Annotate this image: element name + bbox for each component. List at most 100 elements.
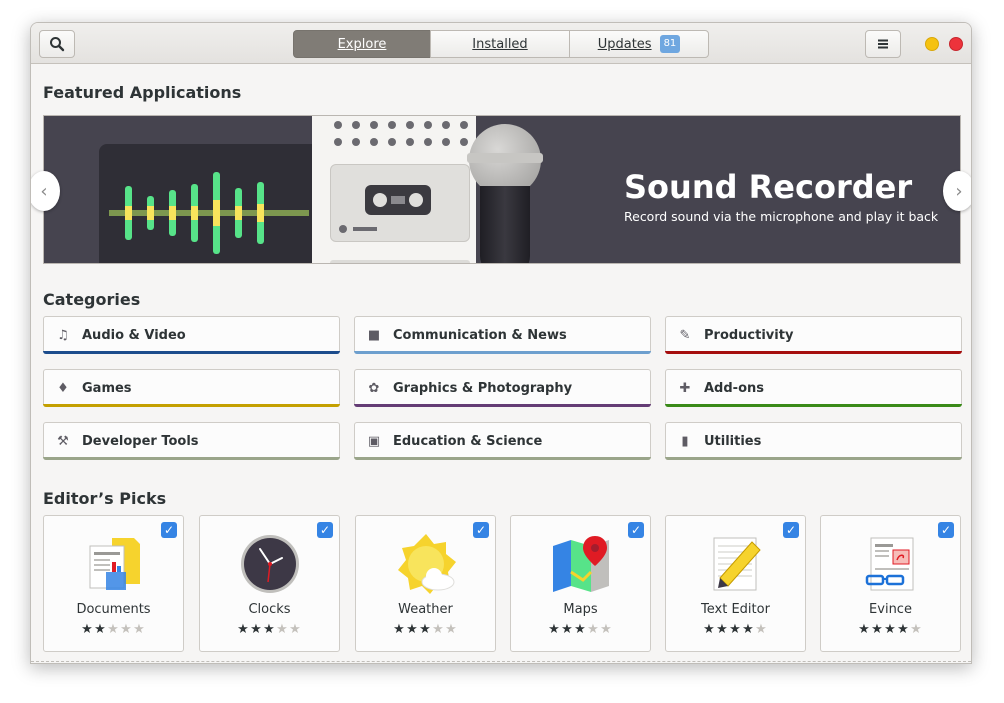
featured-app-description: Record sound via the microphone and play… bbox=[624, 209, 939, 224]
tab-updates[interactable]: Updates 81 bbox=[569, 30, 709, 58]
palette-icon: ✿ bbox=[368, 380, 380, 396]
category-add-ons[interactable]: ✚ Add-ons bbox=[665, 369, 962, 407]
featured-banner[interactable]: Sound Recorder Record sound via the micr… bbox=[43, 115, 961, 264]
category-education-science[interactable]: ▣ Education & Science bbox=[354, 422, 651, 460]
category-label: Developer Tools bbox=[82, 433, 199, 449]
cassette-icon bbox=[330, 164, 470, 242]
star-icon: ★ bbox=[94, 622, 107, 637]
category-communication-news[interactable]: ■ Communication & News bbox=[354, 316, 651, 354]
star-rating: ★★★★★ bbox=[821, 622, 960, 637]
app-tile-text-editor[interactable]: ✓ Text Editor ★★★★★ bbox=[665, 515, 806, 652]
headerbar: Explore Installed Updates 81 bbox=[31, 23, 971, 64]
search-button[interactable] bbox=[39, 30, 75, 58]
menu-button[interactable] bbox=[865, 30, 901, 58]
star-icon: ★ bbox=[716, 622, 729, 637]
category-graphics-photography[interactable]: ✿ Graphics & Photography bbox=[354, 369, 651, 407]
app-name: Documents bbox=[76, 602, 151, 617]
evince-app-icon bbox=[865, 537, 914, 591]
star-icon: ★ bbox=[871, 622, 884, 637]
featured-section-title: Featured Applications bbox=[43, 83, 242, 102]
minimize-icon[interactable] bbox=[925, 37, 939, 51]
category-label: Utilities bbox=[704, 433, 762, 449]
category-color-bar bbox=[665, 351, 962, 354]
maps-app-icon bbox=[553, 536, 609, 592]
weather-app-icon bbox=[398, 534, 456, 594]
star-icon: ★ bbox=[419, 622, 432, 637]
category-color-bar bbox=[354, 351, 651, 354]
star-icon: ★ bbox=[406, 622, 419, 637]
star-icon: ★ bbox=[587, 622, 600, 637]
installed-check-icon: ✓ bbox=[317, 522, 333, 538]
tab-installed-label: Installed bbox=[472, 36, 528, 52]
category-label: Add-ons bbox=[704, 380, 764, 396]
app-tile-clocks[interactable]: ✓ Clocks ★★★★★ bbox=[199, 515, 340, 652]
view-switcher: Explore Installed Updates 81 bbox=[293, 30, 709, 58]
category-developer-tools[interactable]: ⚒ Developer Tools bbox=[43, 422, 340, 460]
category-label: Productivity bbox=[704, 327, 794, 343]
search-icon bbox=[50, 37, 65, 52]
installed-check-icon: ✓ bbox=[783, 522, 799, 538]
star-icon: ★ bbox=[276, 622, 289, 637]
star-rating: ★★★★★ bbox=[44, 622, 183, 637]
tab-explore-label: Explore bbox=[337, 36, 387, 52]
content-bottom-edge bbox=[31, 661, 971, 662]
categories-section-title: Categories bbox=[43, 290, 141, 309]
star-icon: ★ bbox=[120, 622, 133, 637]
star-icon: ★ bbox=[897, 622, 910, 637]
featured-app-name: Sound Recorder bbox=[624, 168, 913, 206]
app-name: Clocks bbox=[248, 602, 291, 617]
close-icon[interactable] bbox=[949, 37, 963, 51]
editors-picks-grid: ✓ Documents ★★★★★ ✓ Clocks ★★★★★ ✓ Weath… bbox=[43, 515, 961, 655]
star-icon: ★ bbox=[729, 622, 742, 637]
app-name: Maps bbox=[563, 602, 598, 617]
star-rating: ★★★★★ bbox=[666, 622, 805, 637]
app-tile-documents[interactable]: ✓ Documents ★★★★★ bbox=[43, 515, 184, 652]
app-tile-maps[interactable]: ✓ Maps ★★★★★ bbox=[510, 515, 651, 652]
gamepad-icon: ♦ bbox=[57, 380, 69, 396]
star-icon: ★ bbox=[263, 622, 276, 637]
category-label: Education & Science bbox=[393, 433, 543, 449]
app-tile-evince[interactable]: ✓ Evince ★★★★★ bbox=[820, 515, 961, 652]
chevron-right-icon: › bbox=[955, 180, 963, 202]
category-games[interactable]: ♦ Games bbox=[43, 369, 340, 407]
category-color-bar bbox=[665, 404, 962, 407]
featured-next-button[interactable]: › bbox=[943, 171, 971, 211]
star-icon: ★ bbox=[561, 622, 574, 637]
category-label: Graphics & Photography bbox=[393, 380, 573, 396]
category-color-bar bbox=[43, 404, 340, 407]
updates-count-badge: 81 bbox=[659, 35, 681, 53]
star-icon: ★ bbox=[755, 622, 768, 637]
star-icon: ★ bbox=[858, 622, 871, 637]
star-icon: ★ bbox=[393, 622, 406, 637]
tab-explore[interactable]: Explore bbox=[293, 30, 431, 58]
music-note-icon: ♫ bbox=[57, 327, 69, 343]
app-name: Text Editor bbox=[701, 602, 770, 617]
chevron-left-icon: ‹ bbox=[40, 180, 48, 202]
star-icon: ★ bbox=[910, 622, 923, 637]
edit-icon: ✎ bbox=[679, 327, 691, 343]
star-rating: ★★★★★ bbox=[511, 622, 650, 637]
installed-check-icon: ✓ bbox=[938, 522, 954, 538]
category-audio-video[interactable]: ♫ Audio & Video bbox=[43, 316, 340, 354]
star-icon: ★ bbox=[289, 622, 302, 637]
star-icon: ★ bbox=[703, 622, 716, 637]
installed-check-icon: ✓ bbox=[473, 522, 489, 538]
star-rating: ★★★★★ bbox=[200, 622, 339, 637]
star-icon: ★ bbox=[250, 622, 263, 637]
category-utilities[interactable]: ▮ Utilities bbox=[665, 422, 962, 460]
installed-check-icon: ✓ bbox=[161, 522, 177, 538]
chat-bubble-icon: ■ bbox=[367, 327, 381, 343]
tools-icon: ⚒ bbox=[57, 433, 69, 449]
atom-icon: ▣ bbox=[367, 433, 381, 449]
star-icon: ★ bbox=[237, 622, 250, 637]
category-color-bar bbox=[43, 457, 340, 460]
waveform-screen bbox=[99, 144, 319, 263]
star-icon: ★ bbox=[107, 622, 120, 637]
app-tile-weather[interactable]: ✓ Weather ★★★★★ bbox=[355, 515, 496, 652]
text-editor-app-icon bbox=[713, 537, 761, 591]
hamburger-menu-icon bbox=[878, 39, 888, 49]
installed-check-icon: ✓ bbox=[628, 522, 644, 538]
category-productivity[interactable]: ✎ Productivity bbox=[665, 316, 962, 354]
category-color-bar bbox=[354, 404, 651, 407]
tab-installed[interactable]: Installed bbox=[430, 30, 570, 58]
